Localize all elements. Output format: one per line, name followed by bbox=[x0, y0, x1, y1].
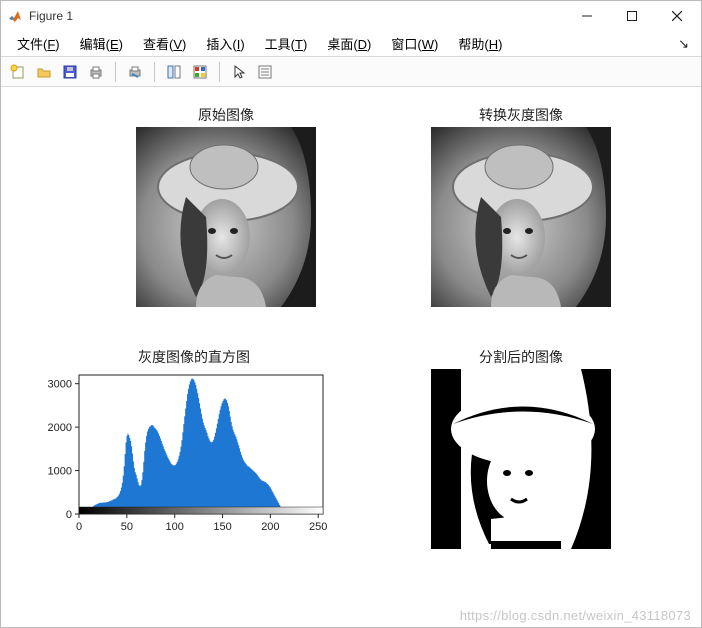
svg-text:0: 0 bbox=[76, 521, 82, 533]
lena-gray-icon bbox=[431, 127, 611, 307]
svg-text:250: 250 bbox=[309, 521, 327, 533]
menubar: 文件(F) 编辑(E) 查看(V) 插入(I) 工具(T) 桌面(D) 窗口(W… bbox=[1, 31, 701, 57]
subplot-title: 转换灰度图像 bbox=[431, 105, 611, 125]
minimize-button[interactable] bbox=[564, 2, 609, 30]
svg-text:2000: 2000 bbox=[48, 422, 72, 434]
svg-text:0: 0 bbox=[66, 509, 72, 521]
menu-desktop[interactable]: 桌面(D) bbox=[317, 32, 381, 55]
watermark-text: https://blog.csdn.net/weixin_43118073 bbox=[460, 608, 691, 623]
matlab-logo-icon bbox=[7, 8, 23, 24]
insert-legend-button[interactable] bbox=[254, 61, 276, 83]
maximize-button[interactable] bbox=[609, 2, 654, 30]
subplot-title: 原始图像 bbox=[136, 105, 316, 125]
new-figure-button[interactable] bbox=[7, 61, 29, 83]
close-button[interactable] bbox=[654, 2, 699, 30]
colorbar-button[interactable] bbox=[189, 61, 211, 83]
subplot-title: 灰度图像的直方图 bbox=[39, 347, 349, 367]
print-button[interactable] bbox=[85, 61, 107, 83]
svg-text:200: 200 bbox=[261, 521, 279, 533]
menu-file[interactable]: 文件(F) bbox=[7, 32, 70, 55]
subplot-histogram: 灰度图像的直方图 0 1000 2000 3000 0 50 100 150 200 250 bbox=[39, 347, 349, 544]
subplot-original-image: 原始图像 bbox=[136, 105, 316, 307]
svg-text:3000: 3000 bbox=[48, 379, 72, 391]
subplot-gray-image: 转换灰度图像 bbox=[431, 105, 611, 307]
axes-image[interactable] bbox=[136, 127, 316, 307]
menu-insert[interactable]: 插入(I) bbox=[196, 32, 254, 55]
axes-image[interactable] bbox=[431, 369, 611, 549]
toolbar bbox=[1, 57, 701, 87]
open-button[interactable] bbox=[33, 61, 55, 83]
axes-image[interactable] bbox=[431, 127, 611, 307]
svg-text:50: 50 bbox=[121, 521, 133, 533]
menu-window[interactable]: 窗口(W) bbox=[381, 32, 448, 55]
menu-tools[interactable]: 工具(T) bbox=[255, 32, 318, 55]
histogram-plot: 0 1000 2000 3000 0 50 100 150 200 250 bbox=[39, 369, 329, 544]
pointer-button[interactable] bbox=[228, 61, 250, 83]
figure-canvas[interactable]: 原始图像 bbox=[1, 87, 701, 627]
svg-text:1000: 1000 bbox=[48, 466, 72, 478]
subplot-title: 分割后的图像 bbox=[431, 347, 611, 367]
print-preview-button[interactable] bbox=[124, 61, 146, 83]
axes-histogram[interactable]: 0 1000 2000 3000 0 50 100 150 200 250 bbox=[39, 369, 329, 544]
window-title: Figure 1 bbox=[29, 9, 564, 23]
lena-binary-icon bbox=[431, 369, 611, 549]
menu-view[interactable]: 查看(V) bbox=[133, 32, 196, 55]
svg-text:100: 100 bbox=[166, 521, 184, 533]
menu-help[interactable]: 帮助(H) bbox=[448, 32, 512, 55]
subplot-segmented-image: 分割后的图像 bbox=[431, 347, 611, 549]
lena-gray-icon bbox=[136, 127, 316, 307]
figure-window: Figure 1 文件(F) 编辑(E) 查看(V) 插入(I) 工具(T) 桌… bbox=[0, 0, 702, 628]
menu-edit[interactable]: 编辑(E) bbox=[70, 32, 133, 55]
save-button[interactable] bbox=[59, 61, 81, 83]
titlebar[interactable]: Figure 1 bbox=[1, 1, 701, 31]
dock-arrow-icon[interactable]: ↘ bbox=[678, 36, 695, 52]
svg-text:150: 150 bbox=[213, 521, 231, 533]
link-axes-button[interactable] bbox=[163, 61, 185, 83]
